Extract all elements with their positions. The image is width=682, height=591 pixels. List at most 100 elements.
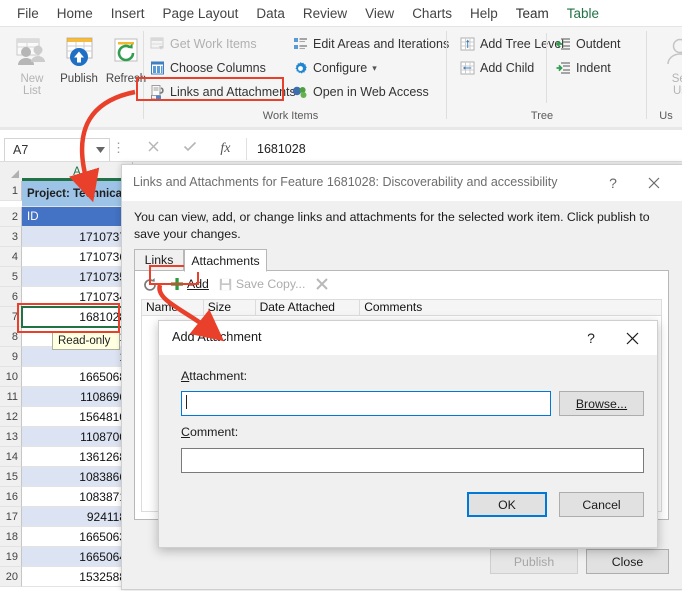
links-dialog-tabs: Links Attachments [134,249,669,271]
selected-cell-a7[interactable]: 1681028 [21,306,133,328]
table-cell[interactable]: 1083871 [22,487,132,507]
table-cell[interactable]: 1108696 [22,387,132,407]
table-cell[interactable]: 1710734 [22,287,132,307]
indent-button[interactable]: Indent [554,57,611,79]
attachment-input[interactable] [181,391,551,416]
table-cell[interactable]: 1361268 [22,447,132,467]
row-header[interactable]: 19 [0,547,22,567]
cell-a1[interactable]: Project: Technical [22,181,132,207]
table-cell[interactable]: 1083866 [22,467,132,487]
row-header[interactable]: 4 [0,247,22,267]
row-header[interactable]: 15 [0,467,22,487]
row-header[interactable]: 5 [0,267,22,287]
ribbon-tab-page-layout[interactable]: Page Layout [154,4,248,25]
group-label-us: Us [650,110,682,122]
table-cell[interactable]: 1665063 [22,527,132,547]
row-header[interactable]: 16 [0,487,22,507]
row-header[interactable]: 6 [0,287,22,307]
comment-input[interactable] [181,448,644,473]
ribbon-tab-home[interactable]: Home [48,4,102,25]
column-header-a[interactable]: A [22,162,133,181]
select-user-button[interactable]: Sel Us [654,31,682,97]
outdent-button[interactable]: Outdent [554,33,620,55]
column-comments[interactable]: Comments [360,300,661,315]
table-cell[interactable]: 1710735 [22,267,132,287]
ribbon-tab-view[interactable]: View [356,4,403,25]
row-header[interactable]: 3 [0,227,22,247]
publish-button[interactable]: Publish [53,31,105,85]
links-dialog-titlebar: Links and Attachments for Feature 168102… [122,165,682,201]
table-cell[interactable]: 1665064 [22,547,132,567]
publish-dialog-button[interactable]: Publish [490,549,578,574]
chevron-down-icon[interactable]: ▾ [372,63,377,74]
configure-button[interactable]: Configure ▾ [291,57,377,79]
column-name[interactable]: Name [142,300,204,315]
text-caret [186,395,187,409]
edit-areas-and-iterations-button[interactable]: Edit Areas and Iterations [291,33,449,55]
cancel-x-icon[interactable] [147,140,160,158]
table-cell[interactable]: 1 [22,347,132,367]
column-size[interactable]: Size [204,300,256,315]
formula-input[interactable]: 1681028 [246,138,682,160]
row-header[interactable]: 10 [0,367,22,387]
cancel-button[interactable]: Cancel [559,492,644,517]
save-copy-button[interactable]: Save Copy... [218,276,306,292]
ribbon-tab-charts[interactable]: Charts [403,4,461,25]
table-cell[interactable]: 1532588 [22,567,132,587]
links-and-attachments-label: Links and Attachments [170,85,296,99]
close-dialog-button[interactable]: Close [586,549,669,574]
column-date-attached[interactable]: Date Attached [256,300,361,315]
table-cell[interactable]: 924118 [22,507,132,527]
ribbon-tab-file[interactable]: File [8,4,48,25]
close-icon[interactable] [617,326,647,350]
row-header[interactable]: 2 [0,207,22,227]
row-header[interactable]: 13 [0,427,22,447]
get-work-items-icon [148,36,166,52]
refresh-button[interactable]: Refresh [100,31,152,85]
browse-button[interactable]: Browse... [559,391,644,416]
table-cell[interactable]: 1710737 [22,227,132,247]
row-header[interactable]: 1 [0,181,22,201]
row-header[interactable]: 18 [0,527,22,547]
row-header[interactable]: 12 [0,407,22,427]
ribbon-tab-data[interactable]: Data [247,4,294,25]
tab-attachments[interactable]: Attachments [184,249,267,272]
name-box-dropdown-icon[interactable] [91,147,109,153]
help-icon[interactable]: ? [599,171,627,195]
row-header[interactable]: 14 [0,447,22,467]
close-icon[interactable] [639,171,669,195]
open-in-web-access-button[interactable]: Open in Web Access [291,81,429,103]
table-cell[interactable]: 1710736 [22,247,132,267]
row-header[interactable]: 7 [0,307,22,327]
delete-attachment-button[interactable] [314,276,332,292]
add-tree-level-button[interactable]: Add Tree Level [458,33,564,55]
cell-a2[interactable]: ID [22,207,132,227]
name-box[interactable]: A7 [4,138,110,162]
ribbon-tab-team[interactable]: Team [507,4,558,25]
choose-columns-button[interactable]: Choose Columns [148,57,266,79]
refresh-attachments-button[interactable] [142,276,160,292]
select-all-corner[interactable] [0,162,23,181]
row-header[interactable]: 8 [0,327,22,347]
ribbon-tab-help[interactable]: Help [461,4,507,25]
add-attachment-toolbar-button[interactable]: Add [169,276,209,292]
ribbon-tab-insert[interactable]: Insert [102,4,154,25]
ok-button[interactable]: OK [467,492,547,517]
table-cell[interactable]: 1108700 [22,427,132,447]
table-cell[interactable]: 1564810 [22,407,132,427]
new-list-button[interactable]: New List [6,31,58,97]
insert-function-fx-icon[interactable]: fx [220,141,230,157]
help-icon[interactable]: ? [577,326,605,350]
get-work-items-button[interactable]: Get Work Items [148,33,257,55]
add-child-button[interactable]: Add Child [458,57,534,79]
row-header[interactable]: 20 [0,567,22,587]
tab-links[interactable]: Links [134,249,184,271]
ribbon-tab-review[interactable]: Review [294,4,356,25]
confirm-check-icon[interactable] [183,140,197,158]
row-header[interactable]: 11 [0,387,22,407]
ribbon-tab-table[interactable]: Table [558,4,608,25]
links-and-attachments-button[interactable]: Links and Attachments [148,81,296,103]
table-cell[interactable]: 1665068 [22,367,132,387]
row-header[interactable]: 9 [0,347,22,367]
row-header[interactable]: 17 [0,507,22,527]
